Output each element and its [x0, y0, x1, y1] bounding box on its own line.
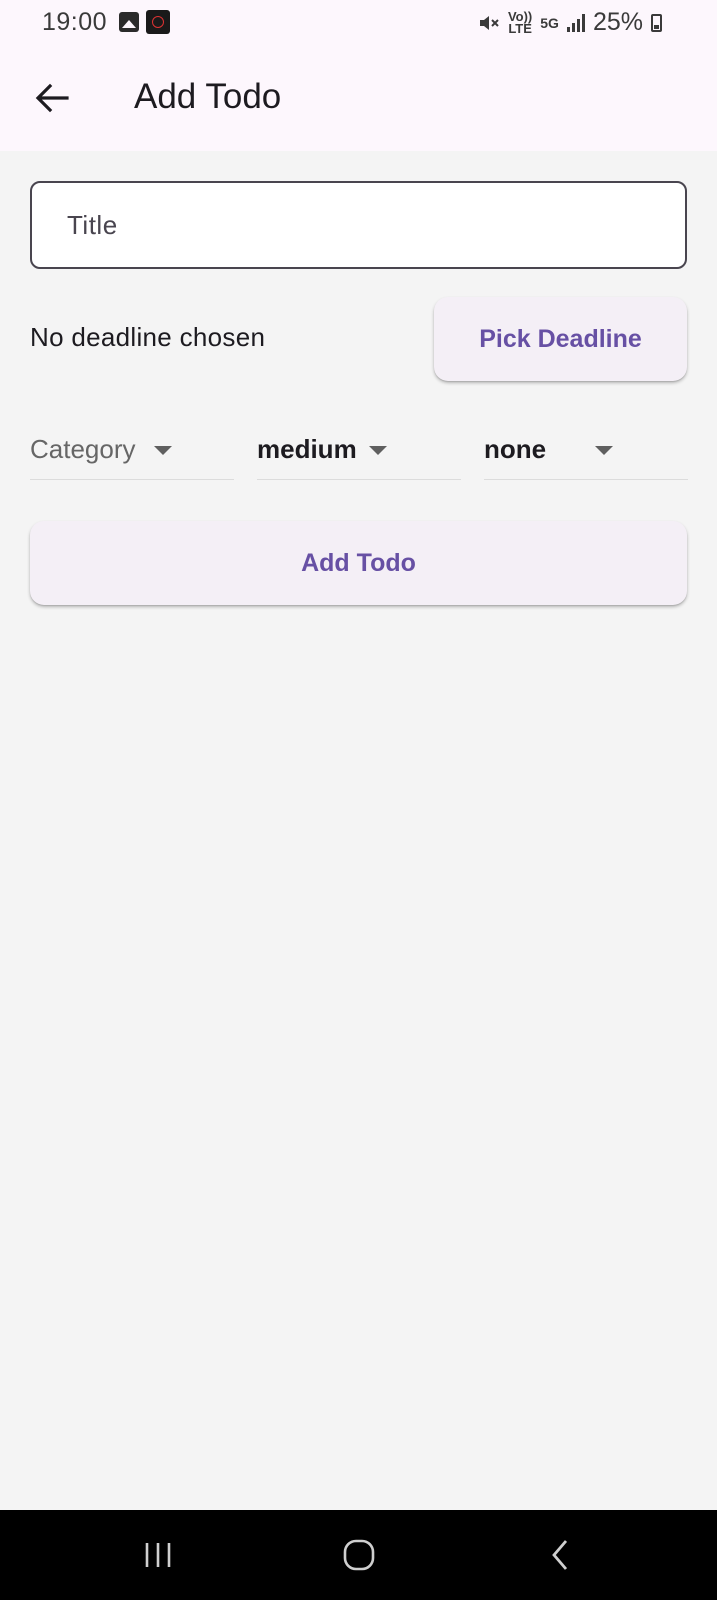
top-bar: 19:00 Vo)) LTE 5G 25% Add Todo [0, 0, 717, 151]
system-back-button[interactable] [530, 1530, 590, 1580]
repeat-dropdown-value: none [484, 434, 547, 464]
volte-icon: Vo)) LTE [507, 8, 533, 36]
category-dropdown-hint: Category [30, 434, 136, 464]
title-input[interactable] [67, 183, 657, 267]
recorder-notification-icon [146, 10, 170, 34]
recents-icon [145, 1543, 171, 1567]
signal-icon [566, 13, 585, 32]
back-button[interactable] [30, 76, 74, 120]
dropdown-arrow-icon [369, 446, 387, 455]
arrow-back-icon [35, 83, 69, 113]
dropdown-arrow-icon [154, 446, 172, 455]
repeat-dropdown[interactable]: none [484, 420, 688, 480]
home-icon [343, 1539, 375, 1571]
battery-percent: 25% [592, 8, 643, 36]
priority-dropdown-value: medium [257, 434, 357, 464]
status-time: 19:00 [42, 8, 108, 36]
chevron-left-icon [552, 1540, 568, 1570]
home-button[interactable] [329, 1530, 389, 1580]
5g-icon: 5G [540, 14, 559, 31]
priority-dropdown[interactable]: medium [257, 420, 461, 480]
system-navigation-bar [0, 1510, 717, 1600]
page-title: Add Todo [134, 77, 282, 116]
dropdown-arrow-icon [595, 446, 613, 455]
category-dropdown[interactable]: Category [30, 420, 234, 480]
mute-icon [479, 15, 499, 30]
gallery-notification-icon [119, 12, 139, 32]
status-system-icons: Vo)) LTE 5G 25% [478, 8, 662, 37]
status-notification-icons [119, 10, 170, 34]
pick-deadline-button[interactable]: Pick Deadline [434, 297, 687, 381]
battery-icon [651, 13, 662, 32]
add-todo-button[interactable]: Add Todo [30, 521, 687, 605]
title-field[interactable] [30, 181, 687, 269]
add-todo-screen: 19:00 Vo)) LTE 5G 25% Add Todo Title No … [0, 0, 717, 1600]
deadline-status-text: No deadline chosen [30, 322, 266, 352]
recents-button[interactable] [128, 1530, 188, 1580]
